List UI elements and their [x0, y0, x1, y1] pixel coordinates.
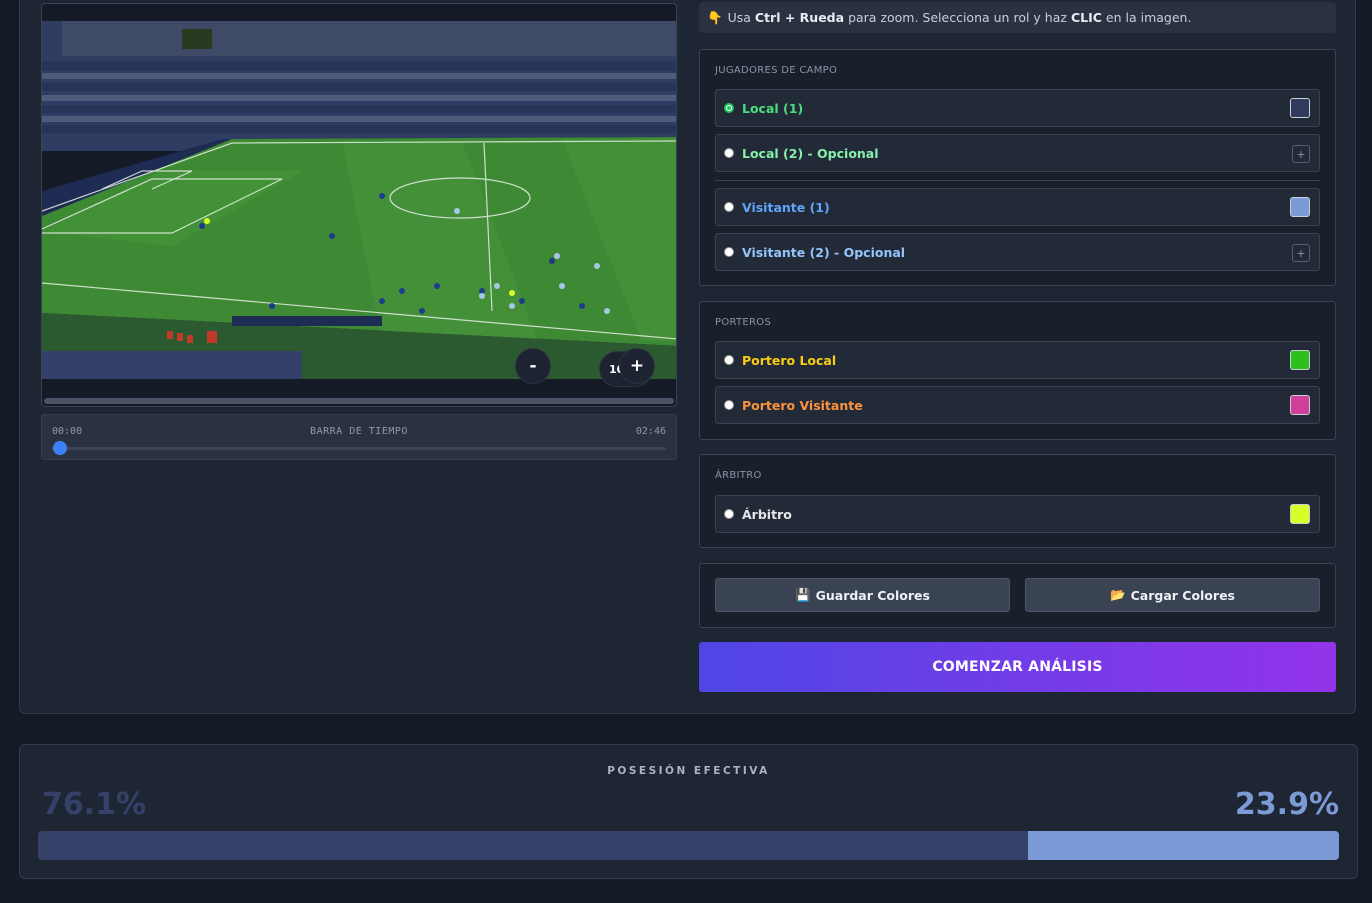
role-label: Visitante (1): [742, 200, 830, 215]
role-label: Local (1): [742, 101, 804, 116]
color-actions-section: 💾 Guardar Colores 📂 Cargar Colores: [699, 563, 1336, 628]
role-label: Portero Visitante: [742, 398, 863, 413]
timeline-label: BARRA DE TIEMPO: [310, 426, 408, 437]
zoom-out-button[interactable]: -: [516, 349, 550, 383]
section-title: ÁRBITRO: [715, 470, 762, 481]
possession-panel: POSESIÓN EFECTIVA 76.1% 23.9%: [19, 744, 1358, 879]
pointing-down-icon: 👇: [707, 9, 723, 25]
load-colors-label: Cargar Colores: [1130, 587, 1235, 603]
hint-key: Ctrl + Rueda: [754, 10, 845, 25]
referee-section: ÁRBITRO Árbitro: [699, 454, 1336, 548]
role-portero-local[interactable]: Portero Local: [715, 341, 1320, 379]
video-player[interactable]: - 100% +: [41, 3, 677, 407]
floppy-disk-icon: 💾: [795, 587, 811, 602]
role-local-1[interactable]: Local (1): [715, 89, 1320, 127]
hint-key: CLIC: [1070, 10, 1102, 25]
add-color-button[interactable]: +: [1292, 244, 1310, 262]
video-scrollbar[interactable]: [44, 398, 674, 404]
section-title: PORTEROS: [715, 317, 772, 328]
color-swatch[interactable]: [1290, 395, 1310, 415]
radio-button[interactable]: [724, 202, 734, 212]
radio-button[interactable]: [724, 509, 734, 519]
possession-local-value: 76.1%: [42, 787, 147, 822]
divider: [715, 180, 1320, 181]
possession-title: POSESIÓN EFECTIVA: [607, 765, 770, 777]
hint-text: en la imagen.: [1105, 10, 1192, 25]
add-color-button[interactable]: +: [1292, 145, 1310, 163]
role-visitante-2[interactable]: Visitante (2) - Opcional +: [715, 233, 1320, 271]
radio-button[interactable]: [724, 148, 734, 158]
save-colors-label: Guardar Colores: [815, 587, 930, 603]
role-label: Visitante (2) - Opcional: [742, 245, 906, 260]
zoom-in-button[interactable]: +: [620, 349, 654, 383]
load-colors-button[interactable]: 📂 Cargar Colores: [1025, 578, 1320, 612]
possession-visitor-value: 23.9%: [1234, 787, 1339, 822]
color-swatch[interactable]: [1290, 98, 1310, 118]
field-players-section: JUGADORES DE CAMPO Local (1) Local (2) -…: [699, 49, 1336, 286]
role-visitante-1[interactable]: Visitante (1): [715, 188, 1320, 226]
radio-button[interactable]: [724, 355, 734, 365]
hint-text: para zoom. Selecciona un rol y haz: [848, 10, 1067, 25]
color-swatch[interactable]: [1290, 350, 1310, 370]
role-arbitro[interactable]: Árbitro: [715, 495, 1320, 533]
timeline-slider-thumb[interactable]: [53, 441, 67, 455]
role-local-2[interactable]: Local (2) - Opcional +: [715, 134, 1320, 172]
folder-icon: 📂: [1110, 587, 1126, 602]
start-analysis-button[interactable]: COMENZAR ANÁLISIS: [699, 642, 1336, 692]
save-colors-button[interactable]: 💾 Guardar Colores: [715, 578, 1010, 612]
role-label: Árbitro: [742, 507, 792, 522]
video-frame[interactable]: [42, 21, 677, 379]
possession-bar-visitor: [1028, 831, 1339, 860]
hint-text: Usa: [727, 10, 751, 25]
goalkeepers-section: PORTEROS Portero Local Portero Visitante: [699, 301, 1336, 440]
role-portero-visitante[interactable]: Portero Visitante: [715, 386, 1320, 424]
color-swatch[interactable]: [1290, 504, 1310, 524]
possession-bar-local: [38, 831, 1029, 860]
color-swatch[interactable]: [1290, 197, 1310, 217]
role-label: Portero Local: [742, 353, 837, 368]
role-label: Local (2) - Opcional: [742, 146, 879, 161]
section-title: JUGADORES DE CAMPO: [715, 65, 838, 76]
radio-button[interactable]: [724, 103, 734, 113]
possession-bar: [38, 831, 1339, 860]
radio-button[interactable]: [724, 247, 734, 257]
timeline-track[interactable]: [52, 447, 666, 450]
zoom-hint: 👇 Usa Ctrl + Rueda para zoom. Selecciona…: [699, 2, 1336, 33]
timeline-end-time: 02:46: [635, 426, 666, 437]
timeline: 00:00 BARRA DE TIEMPO 02:46: [41, 414, 677, 460]
radio-button[interactable]: [724, 400, 734, 410]
